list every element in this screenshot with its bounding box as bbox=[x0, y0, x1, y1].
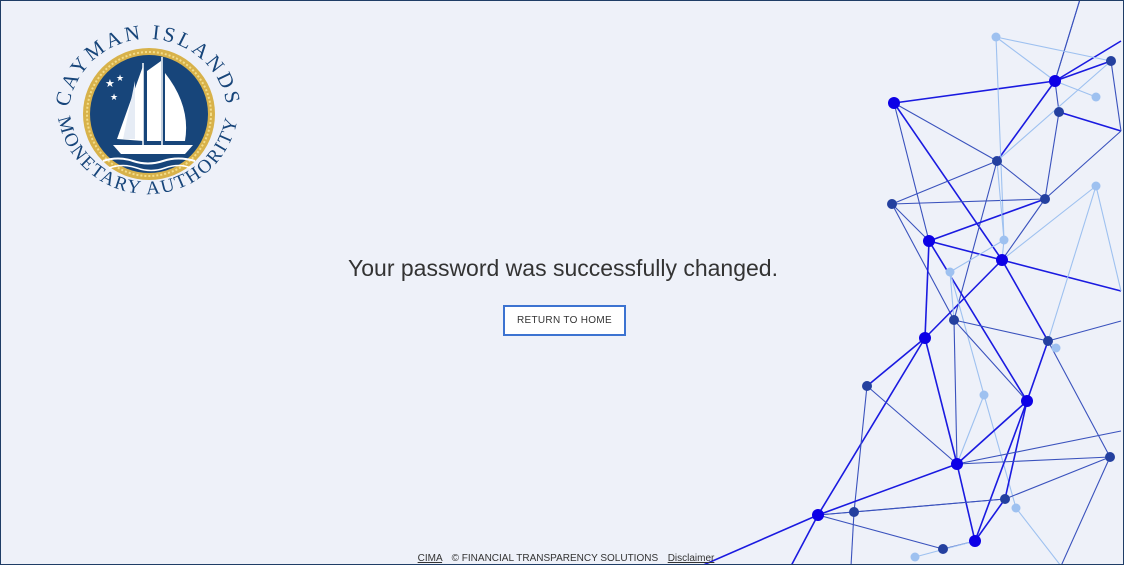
network-line bbox=[853, 498, 1006, 513]
network-node bbox=[979, 390, 989, 400]
network-node bbox=[919, 332, 931, 344]
network-node bbox=[862, 381, 872, 391]
network-node bbox=[949, 315, 959, 325]
network-node bbox=[1040, 194, 1050, 204]
network-line bbox=[1061, 456, 1111, 564]
network-line bbox=[893, 80, 1056, 104]
network-node bbox=[887, 199, 897, 209]
svg-text:★: ★ bbox=[116, 74, 124, 84]
network-node bbox=[1051, 343, 1061, 353]
network-line bbox=[956, 394, 985, 465]
network-node bbox=[992, 156, 1002, 166]
page-frame: CAYMAN ISLANDS MONETARY AUTHORITY ★ ★ ★ bbox=[0, 0, 1124, 565]
network-line bbox=[953, 160, 998, 321]
svg-text:★: ★ bbox=[110, 93, 118, 103]
network-node bbox=[1106, 56, 1116, 66]
network-line bbox=[817, 514, 944, 550]
network-node bbox=[1021, 395, 1033, 407]
network-line bbox=[924, 337, 958, 465]
network-node bbox=[1091, 181, 1101, 191]
network-node bbox=[923, 235, 935, 247]
network-node bbox=[1011, 503, 1021, 513]
network-line bbox=[1047, 320, 1122, 342]
network-line bbox=[953, 319, 1028, 402]
network-line bbox=[983, 394, 1017, 509]
network-line bbox=[1001, 198, 1046, 261]
network-line bbox=[1044, 111, 1060, 200]
return-to-home-button[interactable]: RETURN TO HOME bbox=[503, 305, 626, 336]
network-line bbox=[956, 456, 1111, 465]
network-line bbox=[891, 198, 1046, 205]
success-message: Your password was successfully changed. bbox=[348, 255, 778, 281]
disclaimer-link[interactable]: Disclaimer bbox=[668, 553, 715, 564]
network-line bbox=[1044, 130, 1122, 200]
network-line bbox=[996, 80, 1056, 162]
network-line bbox=[817, 463, 958, 516]
network-line bbox=[866, 337, 926, 387]
network-node bbox=[969, 535, 981, 547]
copyright-text: © FINANCIAL TRANSPARENCY SOLUTIONS bbox=[451, 553, 659, 564]
network-node bbox=[1054, 107, 1064, 117]
network-line bbox=[928, 198, 1046, 242]
network-line bbox=[1054, 1, 1081, 82]
network-line bbox=[995, 36, 1005, 241]
network-line bbox=[1110, 60, 1122, 132]
network-line bbox=[953, 319, 958, 465]
network-node bbox=[888, 97, 900, 109]
network-line bbox=[956, 400, 1028, 465]
network-line bbox=[1026, 340, 1049, 402]
network-node bbox=[991, 32, 1001, 42]
network-node bbox=[1043, 336, 1053, 346]
network-line bbox=[866, 385, 958, 465]
network-node bbox=[812, 509, 824, 521]
network-line bbox=[891, 203, 930, 242]
network-line bbox=[817, 337, 926, 516]
network-node bbox=[999, 235, 1009, 245]
network-line bbox=[893, 102, 998, 162]
network-node bbox=[1091, 92, 1101, 102]
network-node bbox=[1000, 494, 1010, 504]
svg-text:★: ★ bbox=[105, 77, 115, 90]
network-line bbox=[974, 400, 1028, 542]
network-line bbox=[1054, 80, 1097, 98]
cima-logo: CAYMAN ISLANDS MONETARY AUTHORITY ★ ★ ★ bbox=[43, 11, 253, 221]
network-line bbox=[891, 160, 998, 205]
network-line bbox=[974, 498, 1006, 542]
footer: CIMA © FINANCIAL TRANSPARENCY SOLUTIONS … bbox=[1, 553, 1123, 564]
network-line bbox=[853, 385, 868, 513]
network-line bbox=[956, 430, 1122, 465]
network-line bbox=[995, 36, 1112, 62]
network-node bbox=[849, 507, 859, 517]
sailing-ship-icon: ★ ★ ★ bbox=[83, 48, 215, 180]
network-line bbox=[1058, 111, 1122, 132]
network-line bbox=[893, 102, 930, 242]
cima-link[interactable]: CIMA bbox=[418, 553, 442, 564]
network-node bbox=[951, 458, 963, 470]
network-node bbox=[1049, 75, 1061, 87]
network-node bbox=[1105, 452, 1115, 462]
network-line bbox=[996, 160, 1046, 200]
